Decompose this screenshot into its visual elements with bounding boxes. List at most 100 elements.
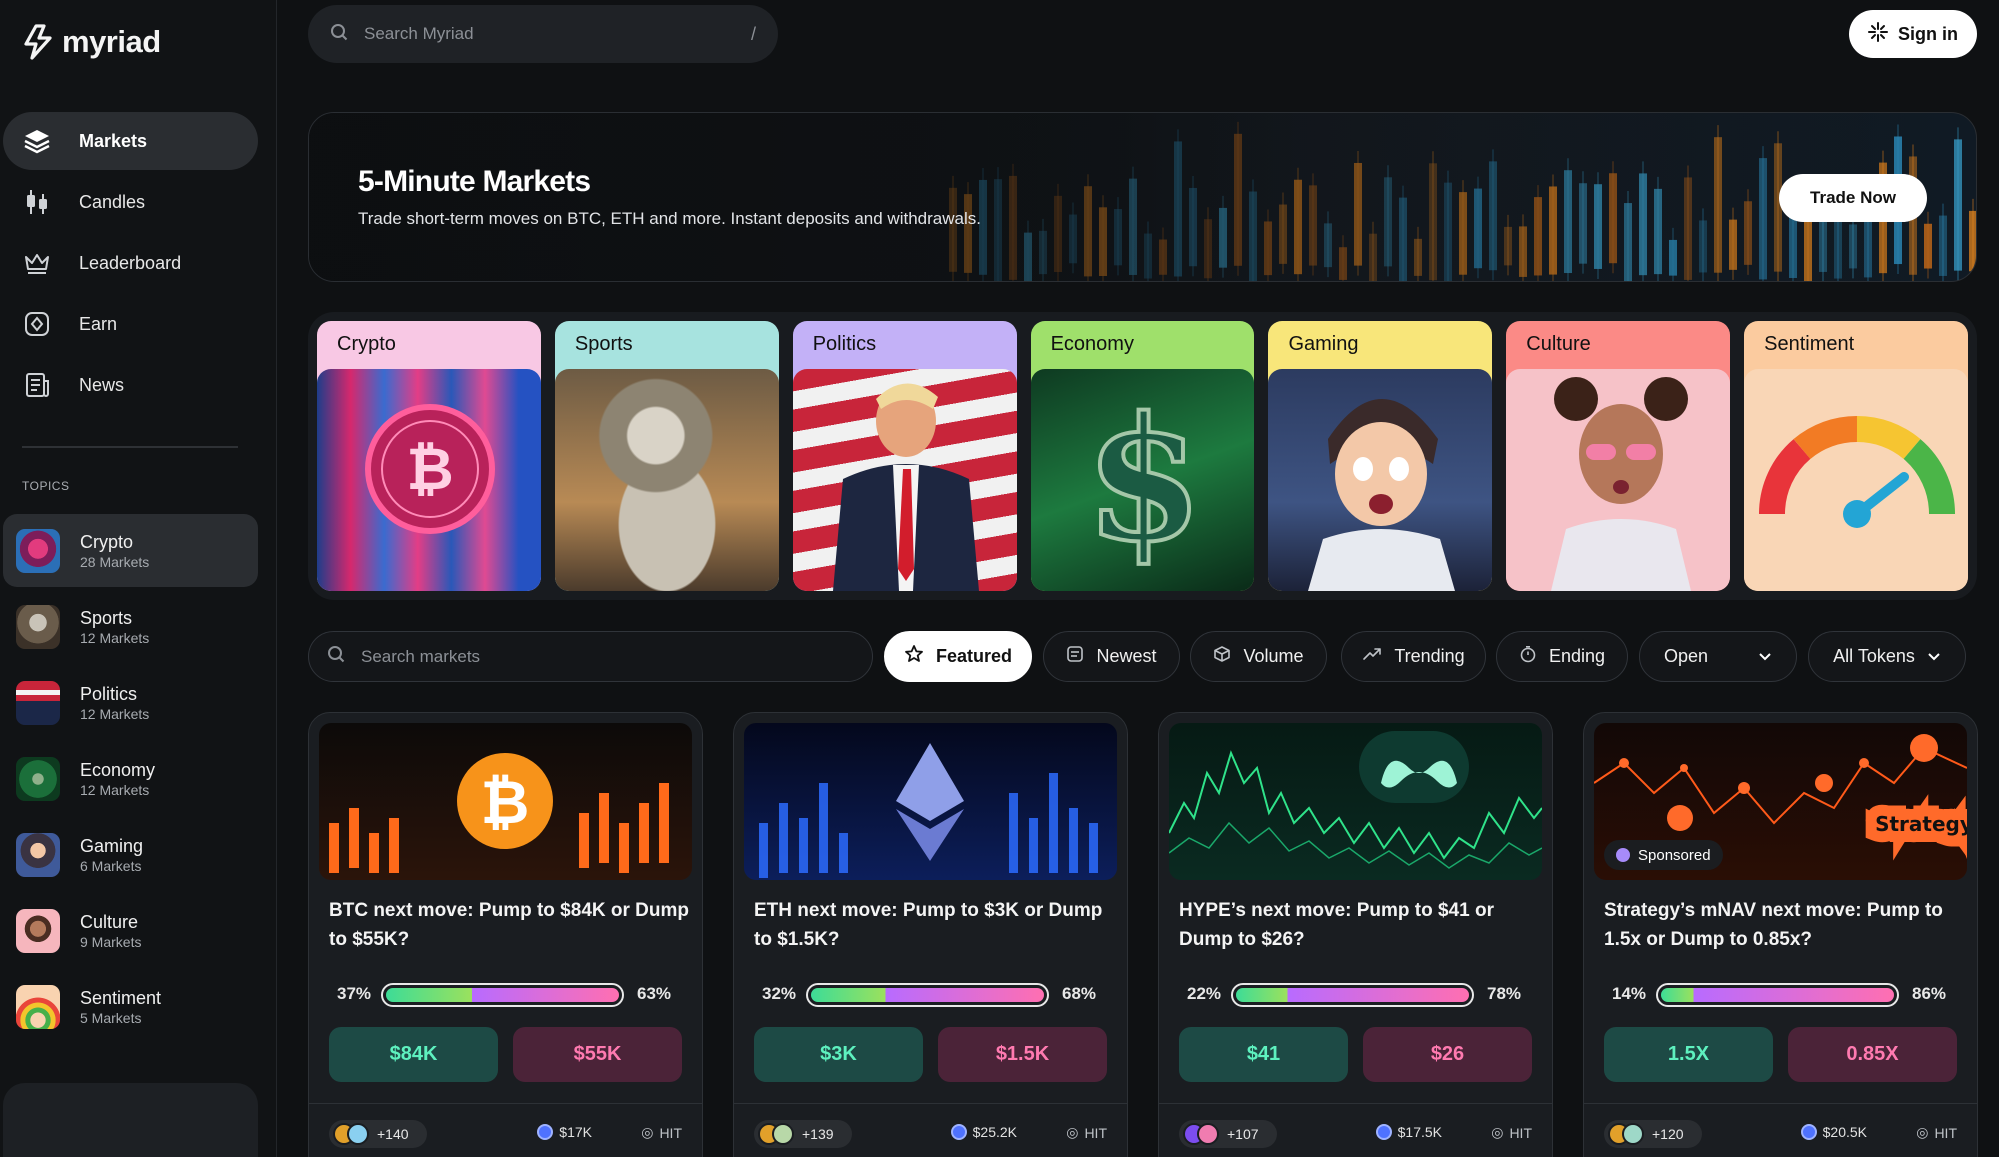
crown-icon bbox=[23, 249, 51, 277]
nav-label: Leaderboard bbox=[79, 252, 182, 273]
sidebar-promo-card[interactable] bbox=[3, 1083, 258, 1157]
category-card-politics[interactable]: Politics bbox=[792, 321, 1017, 591]
sort-ending-button[interactable]: Ending bbox=[1496, 631, 1628, 682]
topic-name: Crypto bbox=[80, 531, 134, 552]
sign-in-button[interactable]: Sign in bbox=[1849, 10, 1977, 58]
yes-percent: 22% bbox=[1187, 984, 1222, 1003]
no-outcome-button[interactable]: $1.5K bbox=[938, 1027, 1107, 1082]
topic-sports[interactable]: Sports 12 Markets bbox=[3, 590, 258, 663]
yes-outcome-button[interactable]: 1.5X bbox=[1604, 1027, 1773, 1082]
politician-image bbox=[792, 369, 1017, 591]
logo[interactable]: myriad bbox=[22, 24, 161, 60]
no-percent: 68% bbox=[1062, 984, 1097, 1003]
avatar bbox=[1622, 1123, 1644, 1145]
odds-bar-fill bbox=[1661, 988, 1894, 1002]
yes-percent: 32% bbox=[762, 984, 797, 1003]
culture-woman-image bbox=[1506, 369, 1731, 591]
token-label: HIT bbox=[659, 1124, 682, 1141]
category-strip: Crypto ₿ Sports Politics Economy $ Gamin… bbox=[308, 312, 1977, 600]
traders-count: +120 bbox=[1652, 1126, 1684, 1142]
main-nav: Markets Candles Leaderboard Earn News bbox=[3, 112, 258, 417]
odds-bar-fill bbox=[811, 988, 1044, 1002]
search-icon bbox=[327, 645, 345, 668]
sponsored-badge: Sponsored bbox=[1604, 840, 1723, 870]
strategy-market-image: Strategy Sponsored bbox=[1594, 723, 1967, 880]
category-card-crypto[interactable]: Crypto ₿ bbox=[317, 321, 541, 591]
category-label: Gaming bbox=[1288, 333, 1359, 355]
nav-item-earn[interactable]: Earn bbox=[3, 295, 258, 353]
logo-text: myriad bbox=[62, 24, 161, 59]
no-percent: 86% bbox=[1912, 984, 1947, 1003]
odds-bar bbox=[806, 983, 1049, 1007]
yes-percent: 14% bbox=[1612, 984, 1647, 1003]
newest-icon bbox=[1066, 645, 1084, 668]
sort-newest-button[interactable]: Newest bbox=[1043, 631, 1180, 682]
topic-culture[interactable]: Culture 9 Markets bbox=[3, 894, 258, 967]
nav-label: Earn bbox=[79, 313, 118, 334]
topic-economy[interactable]: Economy 12 Markets bbox=[3, 742, 258, 815]
market-token: ◎ HIT bbox=[1066, 1124, 1107, 1141]
category-card-sports[interactable]: Sports bbox=[554, 321, 779, 591]
yes-outcome-button[interactable]: $3K bbox=[754, 1027, 923, 1082]
earn-icon bbox=[23, 310, 51, 338]
card-divider bbox=[1159, 1103, 1552, 1104]
yes-outcome-button[interactable]: $41 bbox=[1179, 1027, 1348, 1082]
sort-label: Newest bbox=[1096, 646, 1157, 666]
topic-count: 28 Markets bbox=[80, 553, 150, 570]
trade-now-button[interactable]: Trade Now bbox=[1779, 174, 1927, 222]
nav-item-candles[interactable]: Candles bbox=[3, 173, 258, 231]
sponsored-label: Sponsored bbox=[1638, 846, 1711, 864]
search-icon bbox=[330, 23, 348, 46]
topic-crypto[interactable]: Crypto 28 Markets bbox=[3, 514, 258, 587]
sort-label: Featured bbox=[935, 646, 1013, 666]
category-card-economy[interactable]: Economy $ bbox=[1030, 321, 1255, 591]
markets-search-input[interactable]: Search markets bbox=[308, 631, 873, 682]
market-card-btc[interactable]: ₿ BTC next move: Pump to $84K or Dump to… bbox=[308, 712, 703, 1157]
market-card-hype[interactable]: HYPE’s next move: Pump to $41 or Dump to… bbox=[1158, 712, 1553, 1157]
trending-icon bbox=[1362, 645, 1382, 668]
topic-count: 12 Markets bbox=[80, 629, 150, 646]
sort-featured-button[interactable]: Featured bbox=[884, 631, 1032, 682]
nav-item-news[interactable]: News bbox=[3, 356, 258, 414]
volume-value: $17.5K bbox=[1397, 1124, 1442, 1140]
topic-thumbnail bbox=[16, 984, 60, 1029]
volume-value: $17K bbox=[559, 1124, 592, 1140]
tokens-dropdown[interactable]: All Tokens bbox=[1808, 631, 1966, 682]
topic-thumbnail bbox=[16, 756, 60, 801]
market-card-strategy[interactable]: Strategy Sponsored Strategy’s mNAV next … bbox=[1583, 712, 1978, 1157]
token-icon: ◎ bbox=[1916, 1124, 1929, 1140]
no-percent: 78% bbox=[1487, 984, 1522, 1003]
topic-sentiment[interactable]: Sentiment 5 Markets bbox=[3, 970, 258, 1043]
status-dropdown[interactable]: Open bbox=[1639, 631, 1797, 682]
category-card-gaming[interactable]: Gaming bbox=[1268, 321, 1493, 591]
sort-volume-button[interactable]: Volume bbox=[1190, 631, 1327, 682]
sort-trending-button[interactable]: Trending bbox=[1341, 631, 1486, 682]
nav-item-markets[interactable]: Markets bbox=[3, 112, 258, 170]
global-search[interactable]: Search Myriad / bbox=[308, 5, 778, 63]
token-icon: ◎ bbox=[1491, 1124, 1504, 1140]
no-outcome-button[interactable]: 0.85X bbox=[1788, 1027, 1957, 1082]
nav-item-leaderboard[interactable]: Leaderboard bbox=[3, 234, 258, 292]
markets-search-placeholder: Search markets bbox=[361, 646, 481, 666]
avatar bbox=[772, 1123, 794, 1145]
category-card-sentiment[interactable]: Sentiment bbox=[1744, 321, 1969, 591]
topic-politics[interactable]: Politics 12 Markets bbox=[3, 666, 258, 739]
yes-outcome-button[interactable]: $84K bbox=[329, 1027, 498, 1082]
market-token: ◎ HIT bbox=[1491, 1124, 1532, 1141]
no-outcome-button[interactable]: $26 bbox=[1363, 1027, 1532, 1082]
market-card-eth[interactable]: ETH next move: Pump to $3K or Dump to $1… bbox=[733, 712, 1128, 1157]
topic-name: Gaming bbox=[80, 835, 144, 856]
topic-name: Sentiment bbox=[80, 987, 162, 1008]
topics-list: Crypto 28 Markets Sports 12 Markets Politi… bbox=[3, 514, 258, 1046]
traders-count: +140 bbox=[377, 1126, 409, 1142]
coin-icon bbox=[950, 1124, 967, 1140]
category-card-culture[interactable]: Culture bbox=[1506, 321, 1731, 591]
status-value: Open bbox=[1664, 646, 1709, 666]
token-label: HIT bbox=[1934, 1124, 1957, 1141]
market-token: ◎ HIT bbox=[1916, 1124, 1957, 1141]
global-search-input[interactable]: Search Myriad bbox=[364, 24, 751, 44]
market-question: HYPE’s next move: Pump to $41 or Dump to… bbox=[1179, 900, 1494, 950]
topic-gaming[interactable]: Gaming 6 Markets bbox=[3, 818, 258, 891]
no-outcome-button[interactable]: $55K bbox=[513, 1027, 682, 1082]
odds-bar bbox=[1656, 983, 1899, 1007]
